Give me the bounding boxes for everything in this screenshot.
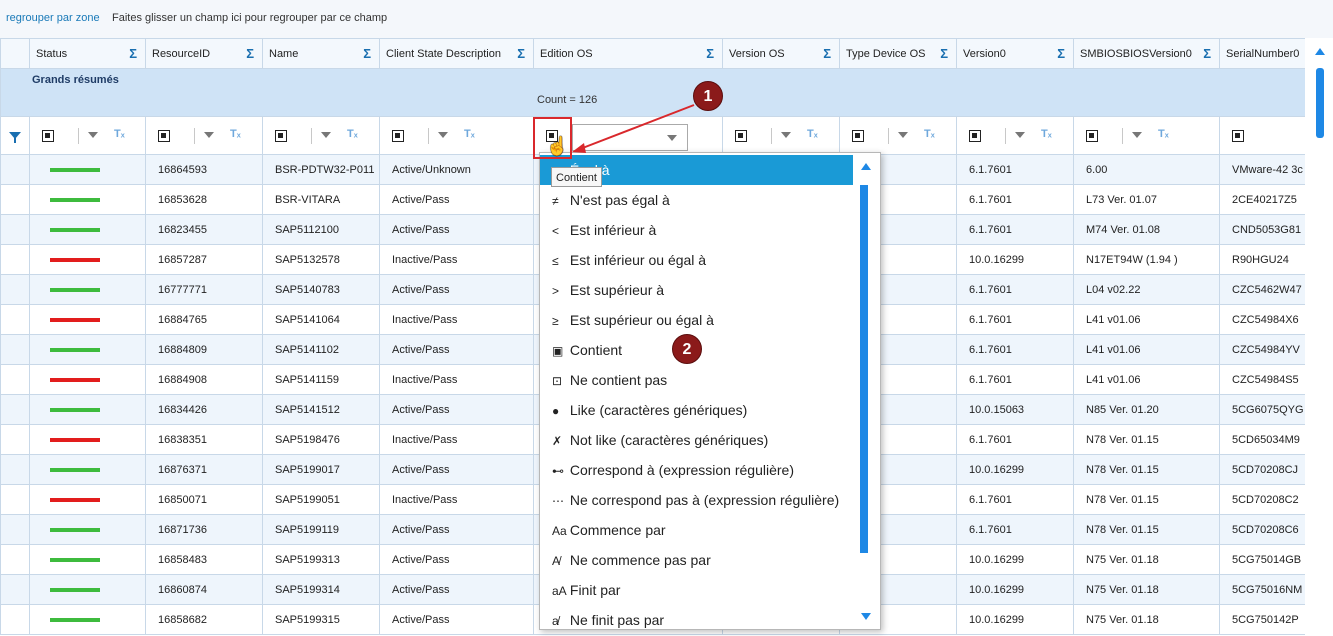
- annotation-arrow: [572, 104, 695, 153]
- annotation-badge-2: 2: [672, 334, 702, 364]
- annotation-badge-1: 1: [693, 81, 723, 111]
- hand-cursor-icon: ☝: [546, 136, 569, 156]
